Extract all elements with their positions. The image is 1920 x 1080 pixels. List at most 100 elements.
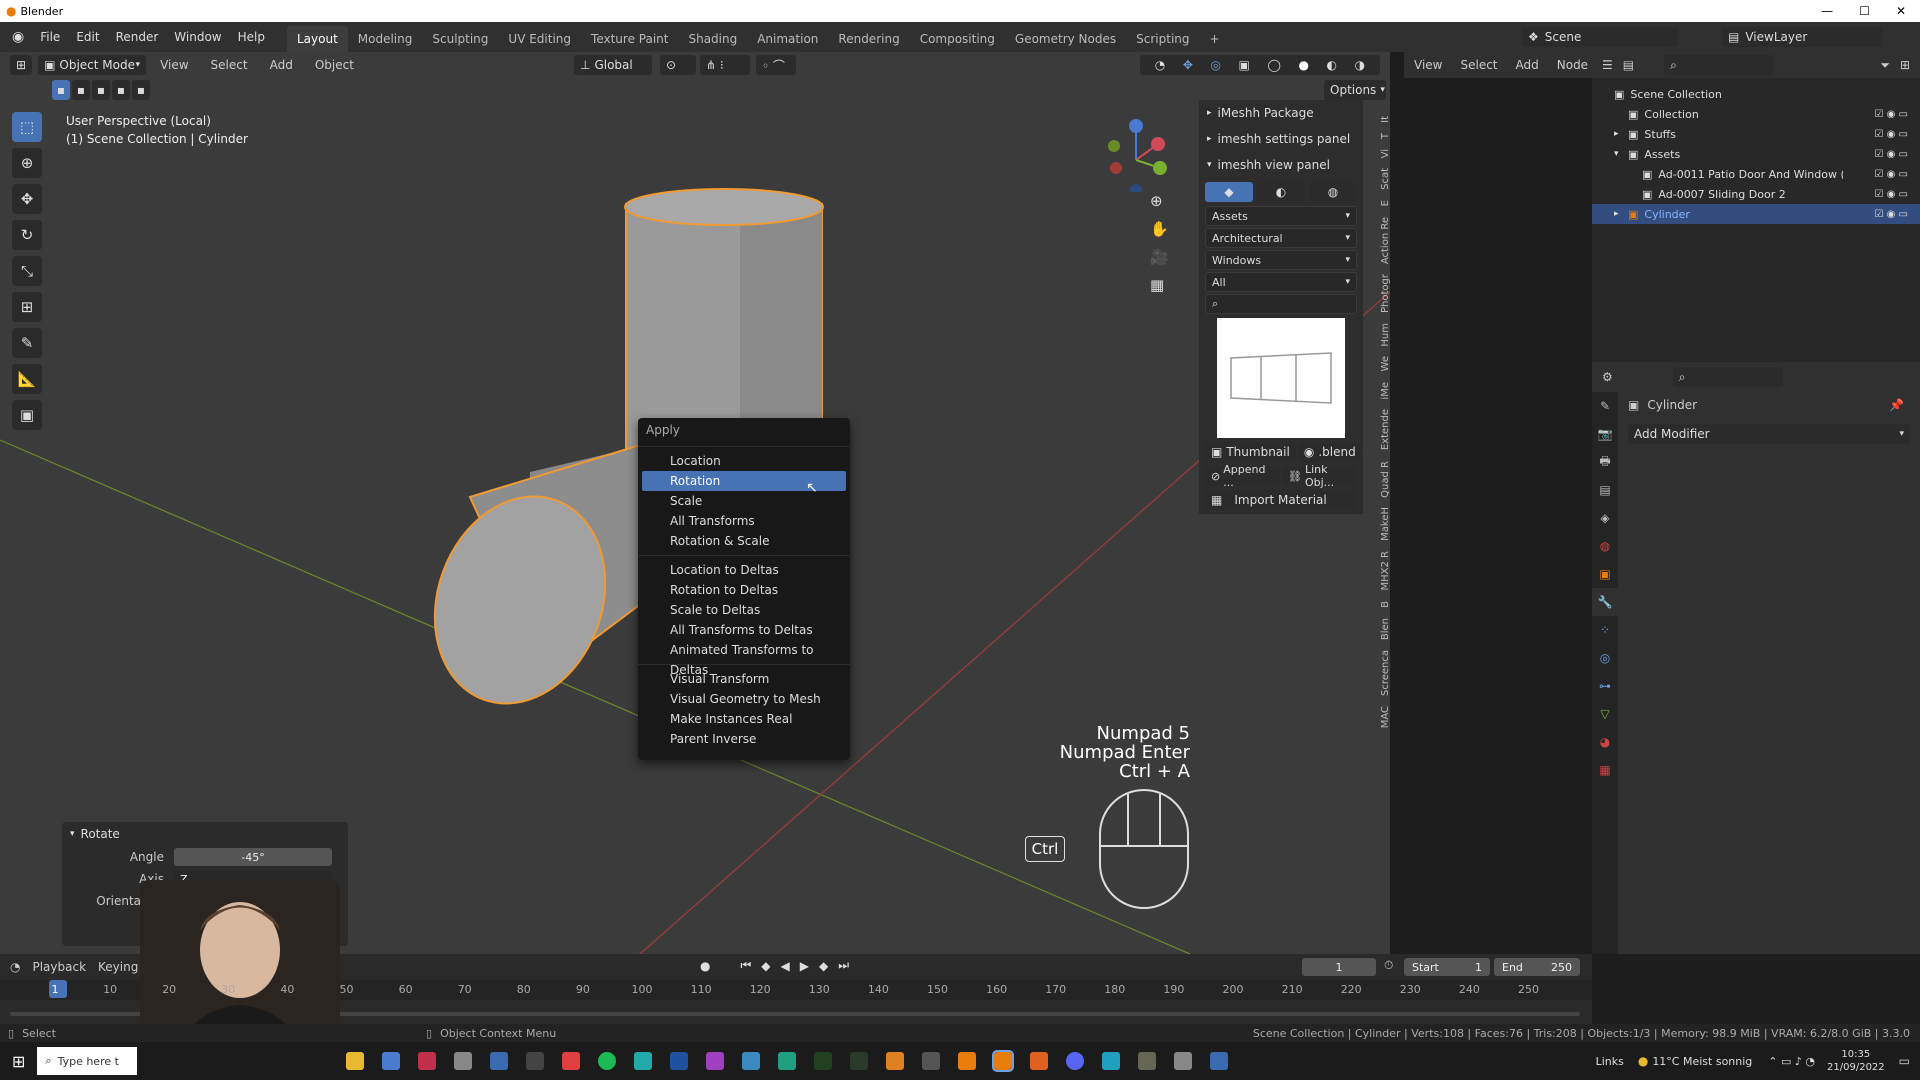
rotate-panel-header[interactable]: ▾ Rotate <box>62 822 348 846</box>
apply-all-transforms[interactable]: All Transforms <box>638 511 850 531</box>
modifier-tab-icon[interactable]: 🔧 <box>1592 588 1618 616</box>
viewport-shading-controls[interactable]: ◔ ✥ ◎ ▣ ◯ ● ◐ ◑ <box>1140 55 1380 75</box>
spotify-icon[interactable] <box>598 1052 617 1070</box>
apply-location[interactable]: Location <box>638 451 850 471</box>
zoom-icon[interactable]: ⊕ <box>1150 192 1169 210</box>
select-extend-icon[interactable]: ▪ <box>72 80 90 100</box>
outliner-row[interactable]: ▸ ▣ Cylinder ☑ ◉ ▭ <box>1592 204 1920 224</box>
add-cube-tool[interactable]: ▣ <box>12 400 42 430</box>
tab-uv-editing[interactable]: UV Editing <box>498 26 581 52</box>
sidebar-tab[interactable]: Scat <box>1380 168 1390 190</box>
sidebar-tab[interactable]: iMe <box>1380 382 1390 400</box>
jump-start-icon[interactable]: ⏮ <box>740 958 751 973</box>
expand-arrow-icon[interactable]: ▸ <box>1614 209 1626 219</box>
apply-visual-transform[interactable]: Visual Transform <box>638 669 850 689</box>
output-tab-icon[interactable]: 🖶 <box>1592 448 1618 476</box>
options-dropdown[interactable]: Options ▾ <box>1324 80 1386 100</box>
hand-pan-icon[interactable]: ✋ <box>1150 220 1169 238</box>
outliner-row[interactable]: ▾ ▣ Assets ☑ ◉ ▭ <box>1592 144 1920 164</box>
blender-active-taskbar-icon[interactable] <box>992 1050 1015 1072</box>
play-reverse-icon[interactable]: ◀ <box>781 959 790 973</box>
display-mode-icon[interactable]: ▤ <box>1623 58 1634 72</box>
app-icon[interactable] <box>1210 1052 1229 1070</box>
keying-menu[interactable]: Keying <box>98 960 138 974</box>
tab-layout[interactable]: Layout <box>286 26 348 52</box>
sidebar-tab[interactable]: Quad R <box>1380 461 1390 498</box>
timeline-editor-icon[interactable]: ◔ <box>10 960 20 974</box>
sidebar-tab[interactable]: Vi <box>1380 149 1390 158</box>
outliner-editor-icon[interactable]: ☰ <box>1602 58 1613 72</box>
apply-location-deltas[interactable]: Location to Deltas <box>638 560 850 580</box>
app-icon[interactable] <box>1174 1052 1193 1070</box>
visibility-icons[interactable]: ☑ ◉ ▭ <box>1875 149 1909 160</box>
apply-rotation-scale[interactable]: Rotation & Scale <box>638 531 850 551</box>
apply-scale-deltas[interactable]: Scale to Deltas <box>638 600 850 620</box>
node-menu-select[interactable]: Select <box>1460 58 1497 72</box>
select-invert-icon[interactable]: ▪ <box>112 80 130 100</box>
materials-icon[interactable]: ◐ <box>1257 182 1305 202</box>
blend-button[interactable]: ◉ .blend <box>1297 442 1362 462</box>
object-tab-icon[interactable]: ▣ <box>1592 560 1618 588</box>
notification-icon[interactable]: ▭ <box>1899 1054 1910 1068</box>
transform-tool[interactable]: ⊞ <box>12 292 42 322</box>
filter-icon[interactable]: ⏷ <box>1880 58 1890 73</box>
node-menu-add[interactable]: Add <box>1516 58 1539 72</box>
sidebar-tab[interactable]: Extende <box>1380 409 1390 450</box>
weather-text[interactable]: 11°C Meist sonnig <box>1652 1055 1752 1068</box>
maximize-button[interactable]: ☐ <box>1859 4 1870 18</box>
sidebar-tab[interactable]: Photogr <box>1380 274 1390 313</box>
append-button[interactable]: ⊘ Append ... <box>1205 463 1280 489</box>
category-dropdown-architectural[interactable]: Architectural ▾ <box>1205 228 1357 248</box>
3d-viewport[interactable]: ⊞ ▣ Object Mode ▾ View Select Add Object… <box>0 52 1390 954</box>
app-icon[interactable] <box>490 1052 509 1070</box>
asset-thumbnail[interactable] <box>1217 318 1345 438</box>
thumbnail-button[interactable]: ▣ Thumbnail <box>1205 442 1296 462</box>
sidebar-tab[interactable]: Blen <box>1380 618 1390 640</box>
tab-sculpting[interactable]: Sculpting <box>422 26 498 52</box>
render-tab-icon[interactable]: 📷 <box>1592 420 1618 448</box>
move-tool[interactable]: ✥ <box>12 184 42 214</box>
menu-render[interactable]: Render <box>108 30 167 44</box>
app-icon[interactable] <box>1102 1052 1121 1070</box>
clock[interactable]: 10:35 21/09/2022 <box>1827 1048 1885 1074</box>
visibility-icons[interactable]: ☑ ◉ ▭ <box>1875 209 1909 220</box>
menu-help[interactable]: Help <box>230 30 273 44</box>
sidebar-tab[interactable]: T <box>1380 133 1390 139</box>
properties-search-input[interactable]: ⌕ <box>1672 367 1783 387</box>
apply-all-deltas[interactable]: All Transforms to Deltas <box>638 620 850 640</box>
blender-menu-icon[interactable]: ◉ <box>0 29 32 45</box>
current-frame-field[interactable]: 1 <box>1302 958 1376 976</box>
models-icon[interactable]: ◆ <box>1205 182 1253 202</box>
outliner-row[interactable]: ▣ Ad-0007 Sliding Door 2 ☑ ◉ ▭ <box>1592 184 1920 204</box>
physics-tab-icon[interactable]: ◎ <box>1592 644 1618 672</box>
expand-arrow-icon[interactable]: ▸ <box>1614 129 1626 139</box>
start-frame-field[interactable]: Start 1 <box>1404 958 1490 976</box>
next-keyframe-icon[interactable]: ◆ <box>819 959 828 973</box>
node-menu-view[interactable]: View <box>1414 58 1442 72</box>
proportional-edit-toggle[interactable]: ◦ ⌒ <box>756 55 796 75</box>
apply-visual-geometry[interactable]: Visual Geometry to Mesh <box>638 689 850 709</box>
tab-animation[interactable]: Animation <box>747 26 828 52</box>
hdri-icon[interactable]: ◍ <box>1309 182 1357 202</box>
menu-edit[interactable]: Edit <box>68 30 107 44</box>
tray-icons[interactable]: ⌃ ▭ ♪ ◔ <box>1768 1055 1815 1068</box>
node-editor-area[interactable] <box>1404 78 1592 954</box>
asset-search-input[interactable]: ⌕ <box>1205 294 1357 314</box>
apply-animated-deltas[interactable]: Animated Transforms to Deltas <box>638 640 850 677</box>
annotate-tool[interactable]: ✎ <box>12 328 42 358</box>
menu-select[interactable]: Select <box>203 58 256 72</box>
close-button[interactable]: ✕ <box>1896 4 1906 18</box>
chrome-icon[interactable] <box>562 1052 581 1070</box>
data-tab-icon[interactable]: ▽ <box>1592 700 1618 728</box>
stopwatch-icon[interactable]: ⏱ <box>1384 958 1393 973</box>
tab-rendering[interactable]: Rendering <box>828 26 909 52</box>
store-icon[interactable] <box>382 1052 401 1070</box>
material-tab-icon[interactable]: ◕ <box>1592 728 1618 756</box>
select-intersect-icon[interactable]: ▪ <box>132 80 150 100</box>
node-menu-node[interactable]: Node <box>1557 58 1588 72</box>
snap-toggle[interactable]: ⋔ ⁝ <box>700 55 750 75</box>
properties-editor-icon[interactable]: ⚙ <box>1602 370 1613 384</box>
sidebar-tab[interactable]: MHX2 R <box>1380 551 1390 591</box>
sidebar-tab[interactable]: B <box>1380 601 1390 608</box>
add-workspace-button[interactable]: + <box>1200 26 1230 52</box>
